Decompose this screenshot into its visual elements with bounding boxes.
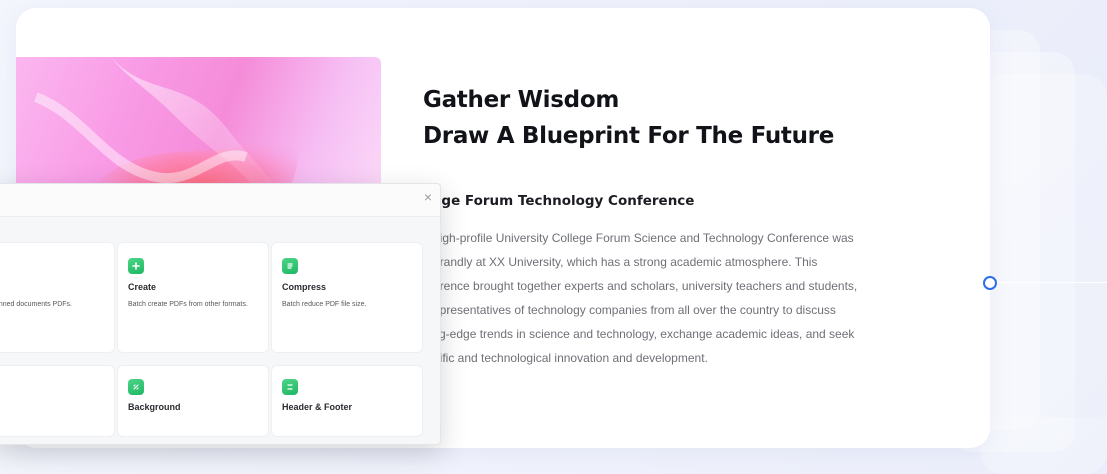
tool-card-header-footer[interactable]: Header & Footer bbox=[271, 365, 423, 437]
section-paragraph: e high-profile University College Forum … bbox=[423, 226, 913, 370]
headline-line-2: Draw A Blueprint For The Future bbox=[423, 123, 835, 149]
tool-description: scanned documents PDFs. bbox=[0, 301, 72, 308]
background-icon bbox=[128, 379, 144, 395]
dialog-header bbox=[0, 184, 440, 217]
tool-card-compress[interactable]: Compress Batch reduce PDF file size. bbox=[271, 242, 423, 353]
tool-card-ocr[interactable]: scanned documents PDFs. bbox=[0, 242, 115, 353]
tool-name: Header & Footer bbox=[282, 402, 353, 412]
section-title: llege Forum Technology Conference bbox=[423, 193, 695, 209]
paragraph-line: l representatives of technology companie… bbox=[423, 303, 836, 317]
tool-description: Batch create PDFs from other formats. bbox=[128, 301, 248, 308]
tool-card-partial[interactable] bbox=[0, 365, 115, 437]
tool-name: Create bbox=[128, 282, 157, 292]
paragraph-line: e high-profile University College Forum … bbox=[423, 231, 854, 245]
paragraph-line: nference brought together experts and sc… bbox=[423, 279, 858, 293]
connector-line bbox=[997, 282, 1107, 283]
tool-description: Batch reduce PDF file size. bbox=[282, 301, 367, 308]
plus-icon bbox=[128, 258, 144, 274]
paragraph-line: tting-edge trends in science and technol… bbox=[423, 327, 855, 341]
timeline-node[interactable] bbox=[983, 276, 997, 290]
header-footer-icon bbox=[282, 379, 298, 395]
headline-line-1: Gather Wisdom bbox=[423, 87, 619, 113]
paragraph-line: d grandly at XX University, which has a … bbox=[423, 255, 818, 269]
compress-icon bbox=[282, 258, 298, 274]
pdf-tools-dialog: × scanned documents PDFs. Create Batch c… bbox=[0, 183, 441, 445]
tool-card-create[interactable]: Create Batch create PDFs from other form… bbox=[117, 242, 269, 353]
headline: Gather Wisdom Draw A Blueprint For The F… bbox=[423, 82, 834, 154]
tool-name: Background bbox=[128, 402, 181, 412]
tool-card-background[interactable]: Background bbox=[117, 365, 269, 437]
close-icon[interactable]: × bbox=[424, 190, 432, 204]
background-card-layer bbox=[980, 74, 1107, 474]
tool-name: Compress bbox=[282, 282, 327, 292]
paragraph-line: entific and technological innovation and… bbox=[423, 351, 708, 365]
